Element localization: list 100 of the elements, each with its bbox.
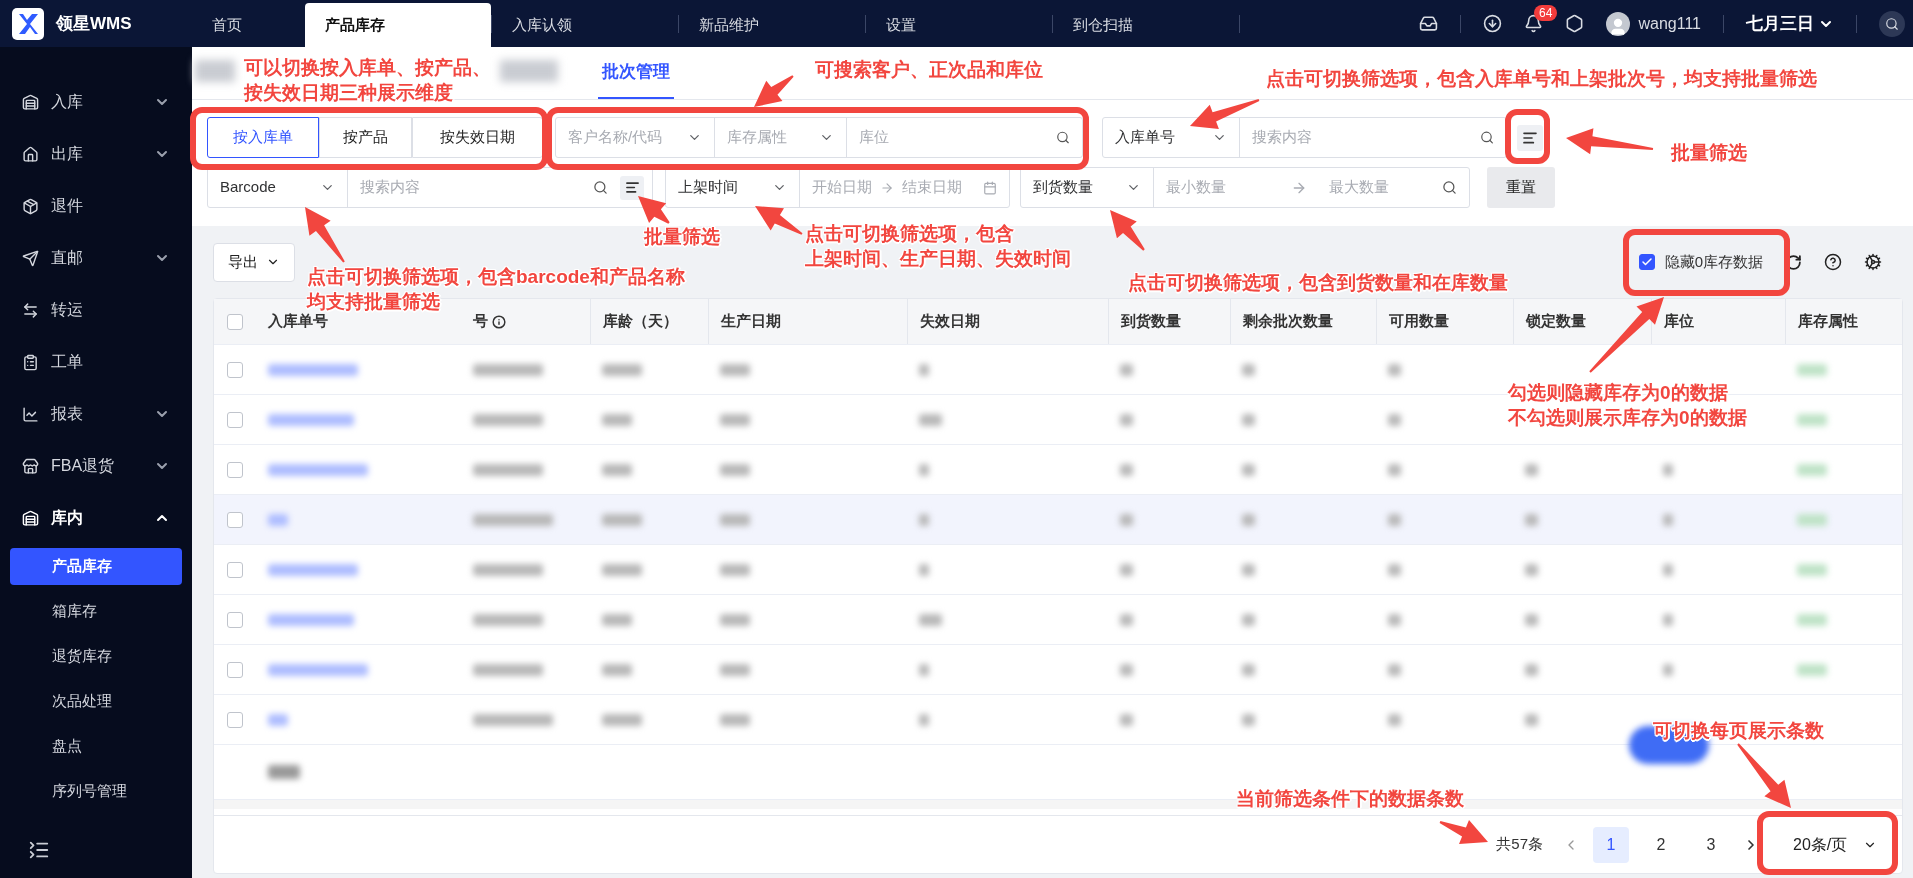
blurred-text [1242,563,1256,576]
search-icon[interactable] [1479,130,1494,145]
view-mode-tab[interactable]: 按产品 [319,117,412,158]
settings-icon[interactable] [1565,14,1585,33]
checkbox[interactable] [227,411,243,428]
nav-tab[interactable]: 新品维护 [679,3,865,47]
blurred-text [1388,663,1402,676]
blurred-text [1797,463,1827,476]
blurred-text [919,663,929,676]
menu-item[interactable]: 工单 [0,336,192,388]
view-mode-tab[interactable]: 按失效日期 [412,117,543,158]
menu-item[interactable]: 直邮 [0,232,192,284]
view-mode-tab[interactable]: 按入库单 [207,117,319,158]
page-number[interactable]: 1 [1593,826,1629,863]
blurred-text [1388,613,1402,626]
download-icon[interactable] [1483,14,1503,33]
filter-field[interactable]: 入库单号 搜索内容 [1102,117,1507,158]
menu-item[interactable]: 入库 [0,76,192,128]
checkbox[interactable] [227,611,243,628]
nav-tab[interactable]: 产品库存 [305,3,491,47]
menu-item[interactable]: 库内 [0,492,192,544]
blurred-text [1242,363,1256,376]
column-header: 号 [473,311,488,332]
page-number[interactable]: 3 [1693,826,1729,863]
checkbox[interactable] [227,361,243,378]
batch-filter-button[interactable] [620,175,644,200]
blurred-text [602,513,642,526]
blurred-text [1242,613,1256,626]
menu-item[interactable]: FBA退货 [0,440,192,492]
nav-tab[interactable]: 首页 [192,3,305,47]
menu-item[interactable]: 转运 [0,284,192,336]
blurred-text [1663,663,1673,676]
checkbox[interactable] [227,711,243,728]
search-icon[interactable] [1879,10,1905,37]
blurred-text [602,663,632,676]
blurred-text [720,563,750,576]
annotation-text: 批量筛选 [1671,141,1747,165]
settings-icon[interactable] [1864,253,1882,271]
checkbox[interactable] [227,661,243,678]
blurred-text [1525,513,1539,526]
submenu-item[interactable]: 盘点 [10,728,182,765]
checkbox[interactable] [227,511,243,528]
dropdown[interactable]: Barcode [208,168,348,207]
date-dropdown[interactable]: 七月三日 [1746,10,1834,37]
arrows-icon [22,301,39,319]
blurred-text [1525,463,1539,476]
submenu-item[interactable]: 退货库存 [10,638,182,675]
checkbox[interactable] [227,461,243,478]
username[interactable]: wang111 [1638,11,1701,36]
package-icon [22,197,39,215]
clipboard-icon [22,353,39,371]
annotation-text: 可切换每页展示条数 [1653,719,1824,743]
blurred-text [1242,463,1256,476]
blurred-text [1797,513,1827,526]
filter-field[interactable]: Barcode 搜索内容 [207,167,653,208]
nav-tab[interactable]: 入库认领 [492,3,678,47]
search-field[interactable]: 搜索内容 [360,176,581,199]
house-icon [22,145,39,163]
search-field[interactable]: 搜索内容 [1252,126,1480,149]
collapse-menu-icon[interactable] [28,839,50,861]
search-icon[interactable] [1056,130,1070,145]
submenu-item[interactable]: 箱库存 [10,593,182,630]
inbox-icon[interactable] [1419,14,1439,33]
blurred-text [1242,413,1256,426]
pointer-arrow [638,196,670,224]
page-number[interactable]: 2 [1643,826,1679,863]
blurred-text [1120,613,1134,626]
export-button[interactable]: 导出 [213,242,295,282]
submenu-item[interactable]: 次品处理 [10,683,182,720]
blurred-text [500,60,558,82]
app-name: 领星WMS [56,12,132,35]
submenu-item[interactable]: 序列号管理 [10,773,182,810]
nav-tab[interactable]: 设置 [866,3,1052,47]
column-header: 库位 [1664,311,1694,332]
blurred-text [720,463,750,476]
help-icon[interactable] [1824,253,1842,271]
location-field[interactable]: 库位 [859,126,1056,149]
blurred-text [1242,663,1256,676]
batch-filter-button[interactable] [1517,124,1543,151]
blurred-text [1242,513,1256,526]
checkbox[interactable] [227,313,243,330]
pointer-arrow [1439,820,1488,844]
menu-item[interactable]: 报表 [0,388,192,440]
annotation-text: 点击可切换筛选项，包含barcode和产品名称 均支持批量筛选 [307,265,685,313]
blurred-text [1525,713,1539,726]
menu-item[interactable]: 退件 [0,180,192,232]
blurred-text [720,663,750,676]
search-icon[interactable] [593,180,608,195]
blurred-text [1120,563,1134,576]
pointer-arrow [1110,210,1145,251]
menu-item[interactable]: 出库 [0,128,192,180]
checkbox[interactable] [1638,254,1655,270]
checkbox[interactable] [227,561,243,578]
blurred-text [919,363,929,376]
avatar-icon[interactable] [1606,11,1631,36]
nav-tab[interactable]: 到仓扫描 [1053,3,1239,47]
submenu-item[interactable]: 产品库存 [10,548,182,585]
reset-button[interactable]: 重置 [1487,167,1555,208]
blurred-text [473,563,543,576]
annotation-text: 当前筛选条件下的数据条数 [1236,787,1464,811]
